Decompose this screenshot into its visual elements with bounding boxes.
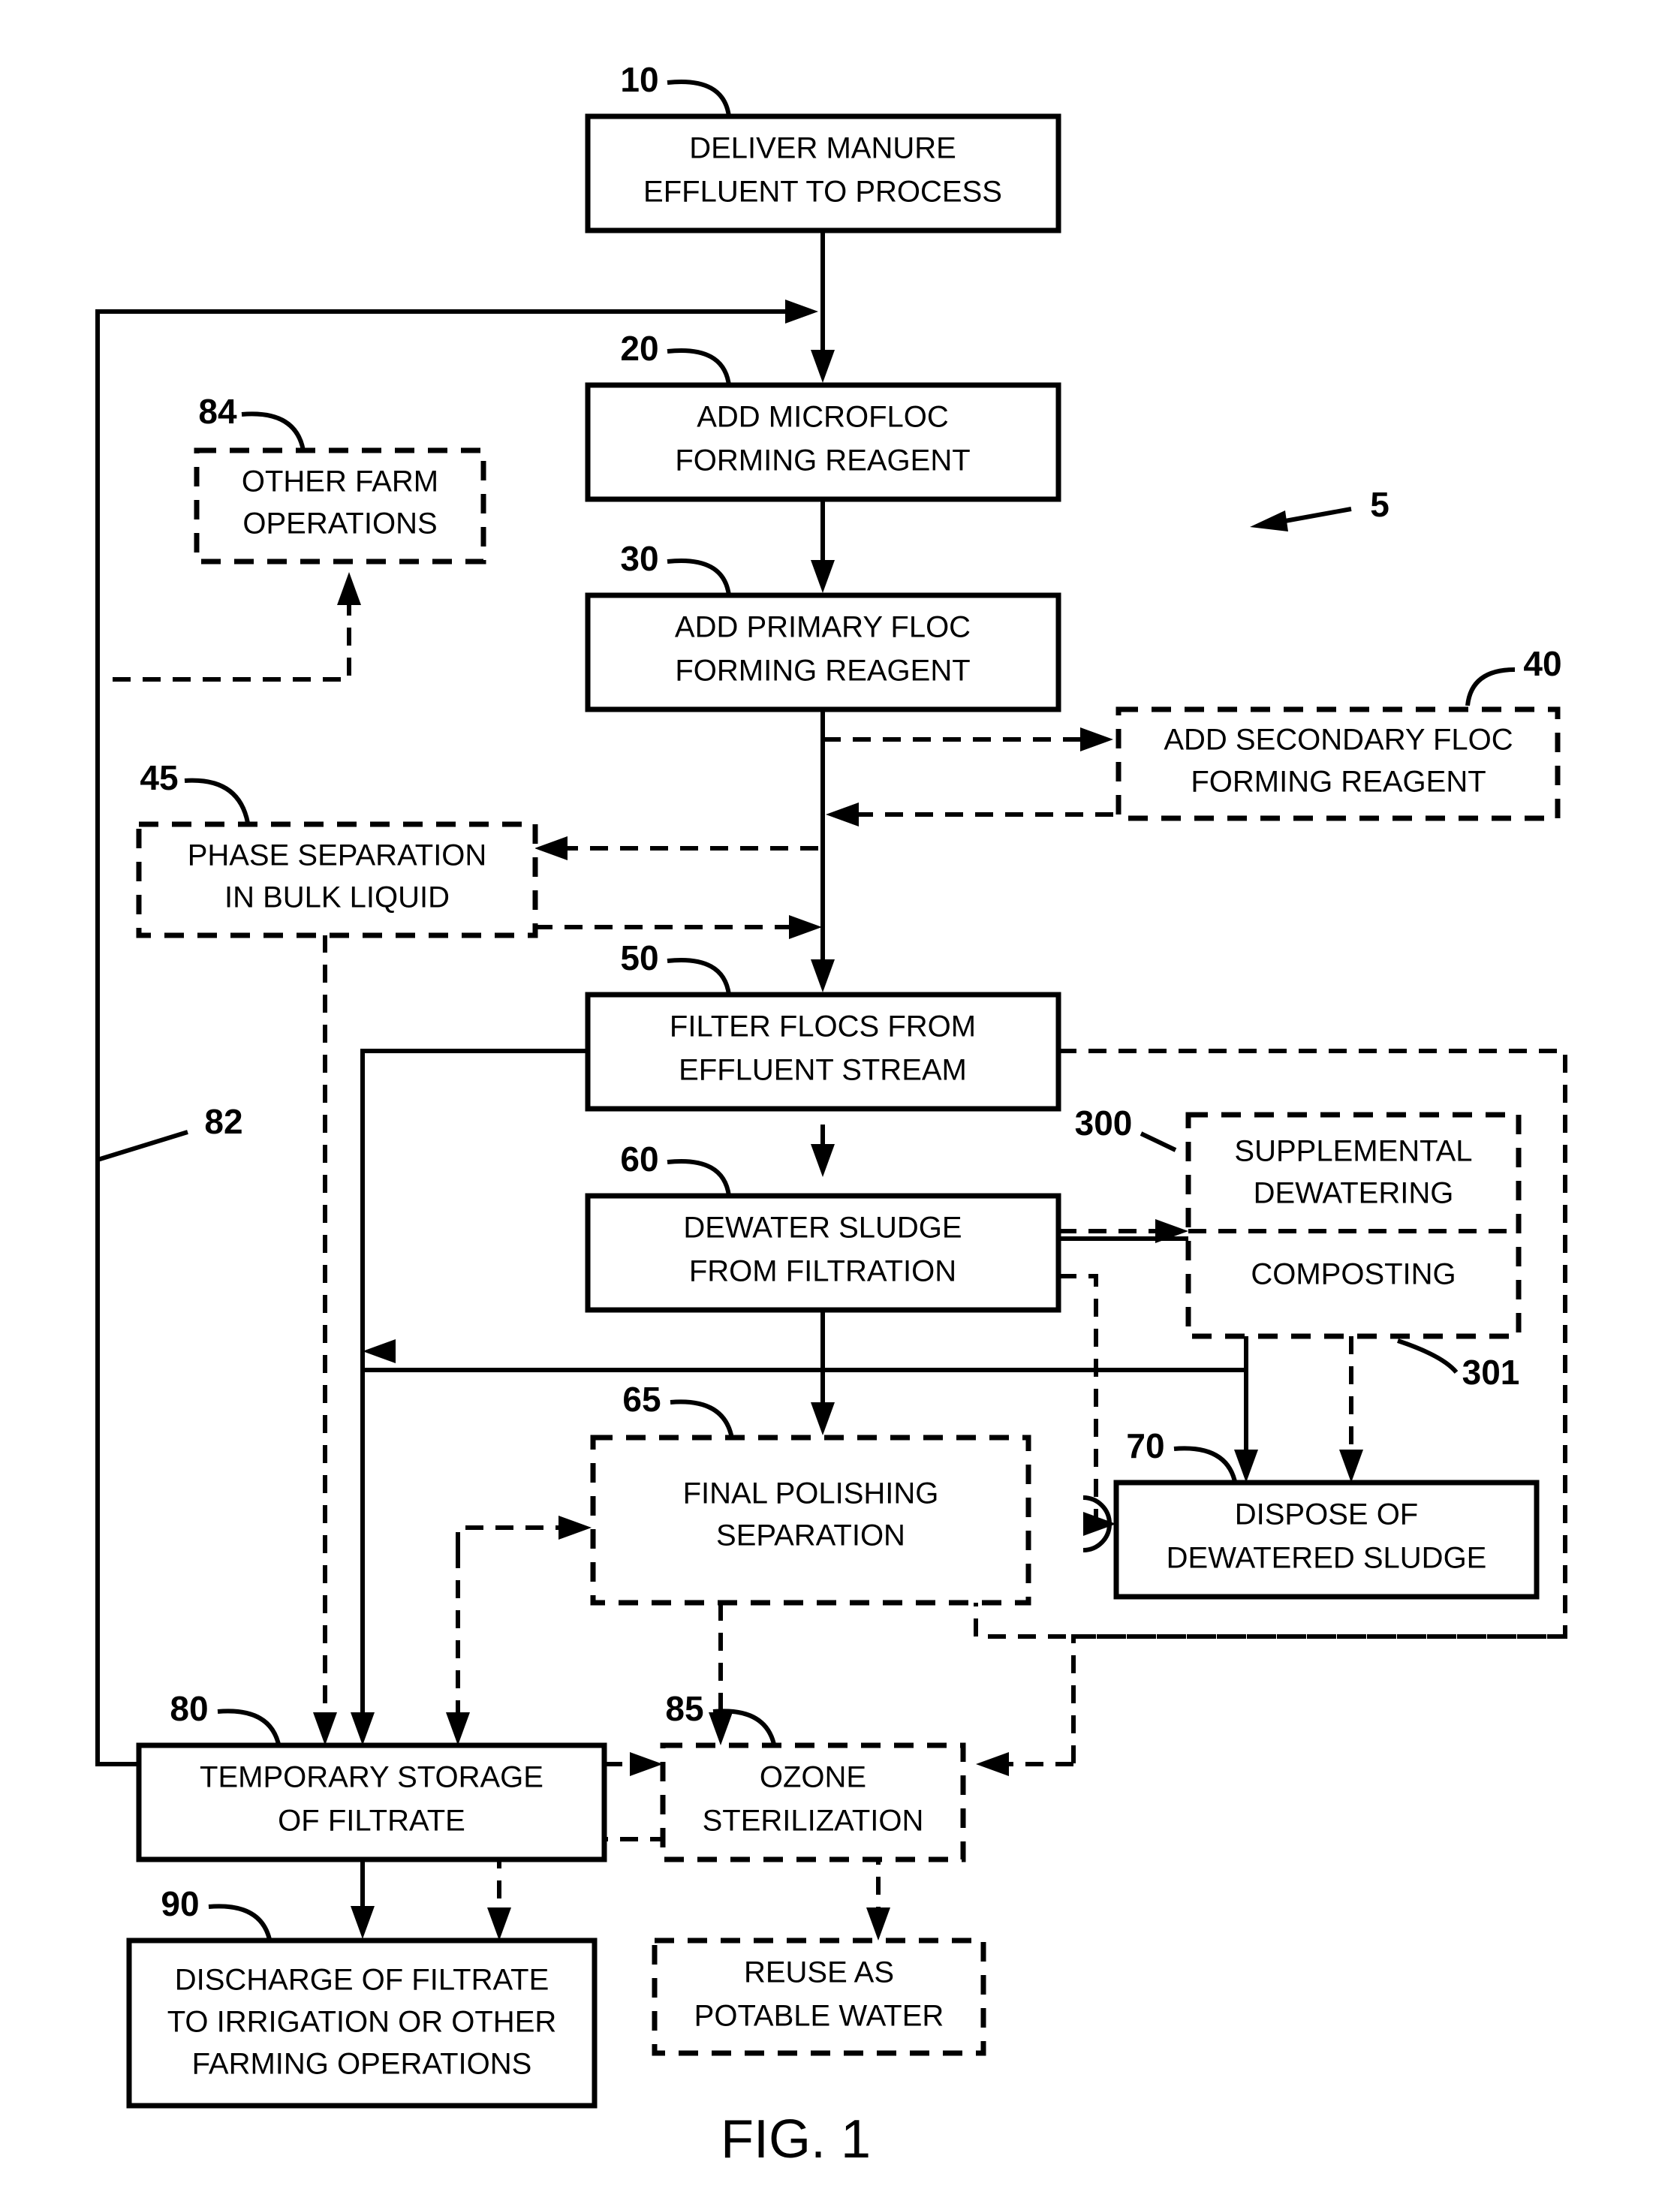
node-70-ref: 70 bbox=[1126, 1426, 1164, 1465]
node-85-ref: 85 bbox=[665, 1689, 703, 1728]
node-60-line-2: FROM FILTRATION bbox=[689, 1255, 956, 1288]
node-80-ref: 80 bbox=[170, 1689, 208, 1728]
leader-45 bbox=[184, 778, 250, 824]
arrowhead-30-to-50 bbox=[811, 959, 835, 992]
leader-84 bbox=[241, 411, 306, 451]
leader-301 bbox=[1397, 1338, 1459, 1374]
node-40-line-1: ADD SECONDARY FLOC bbox=[1164, 724, 1513, 757]
arrowhead-20-to-30 bbox=[811, 560, 835, 593]
node-potable-line-2: POTABLE WATER bbox=[694, 2000, 944, 2033]
node-45-line-2: IN BULK LIQUID bbox=[224, 881, 450, 914]
node-50-line-1: FILTER FLOCS FROM bbox=[670, 1010, 976, 1043]
node-30-ref: 30 bbox=[620, 539, 658, 578]
node-80-line-1: TEMPORARY STORAGE bbox=[200, 1761, 543, 1794]
arrowhead-85-to-discharge bbox=[487, 1907, 511, 1941]
arrowhead-60-to-65 bbox=[811, 1402, 835, 1435]
leader-20 bbox=[667, 348, 731, 386]
arrowhead-301-to-70 bbox=[1339, 1450, 1363, 1483]
node-70-line-1: DISPOSE OF bbox=[1235, 1498, 1419, 1531]
node-10-line-1: DELIVER MANURE bbox=[689, 132, 956, 165]
node-301-ref: 301 bbox=[1462, 1353, 1520, 1392]
node-30-line-1: ADD PRIMARY FLOC bbox=[675, 611, 971, 644]
leader-90 bbox=[208, 1904, 272, 1944]
node-10-ref: 10 bbox=[620, 60, 658, 99]
node-45-ref: 45 bbox=[140, 758, 178, 797]
node-84-line-1: OTHER FARM bbox=[242, 465, 438, 498]
node-84-ref: 84 bbox=[198, 392, 237, 431]
node-90-ref: 90 bbox=[161, 1884, 199, 1923]
arrowhead-85-to-potable bbox=[866, 1907, 890, 1941]
node-65-ref: 65 bbox=[622, 1380, 661, 1419]
edge-60-down-to-70 bbox=[1058, 1274, 1098, 1524]
arrowhead-into-85-right bbox=[976, 1752, 1009, 1776]
node-90-line-3: FARMING OPERATIONS bbox=[192, 2048, 532, 2081]
patent-flowchart-figure: DELIVER MANURE EFFLUENT TO PROCESS 10 AD… bbox=[0, 0, 1680, 2195]
arrowhead-65-to-85area bbox=[709, 1712, 733, 1745]
node-90-line-2: TO IRRIGATION OR OTHER bbox=[167, 2006, 557, 2039]
arrowhead-50-to-60 bbox=[811, 1144, 835, 1177]
node-45-line-1: PHASE SEPARATION bbox=[188, 839, 487, 872]
node-30-line-2: FORMING REAGENT bbox=[675, 655, 970, 688]
leader-60 bbox=[667, 1159, 731, 1197]
leader-70 bbox=[1173, 1446, 1238, 1486]
node-65-line-2: SEPARATION bbox=[716, 1519, 905, 1552]
node-50-line-2: EFFLUENT STREAM bbox=[679, 1054, 967, 1087]
arrowhead-45-to-spine bbox=[789, 915, 822, 939]
node-85-line-1: OZONE bbox=[760, 1761, 866, 1794]
node-50-ref: 50 bbox=[620, 938, 658, 977]
node-potable-line-1: REUSE AS bbox=[744, 1956, 894, 1989]
node-90-line-1: DISCHARGE OF FILTRATE bbox=[175, 1964, 549, 1997]
arrowhead-30-to-40 bbox=[1080, 727, 1113, 751]
leader-65 bbox=[670, 1399, 734, 1439]
arrowhead-5 bbox=[1250, 510, 1288, 531]
node-60-ref: 60 bbox=[620, 1140, 658, 1179]
arrowhead-60-trunk-left bbox=[363, 1339, 396, 1363]
leader-82 bbox=[97, 1130, 188, 1162]
leader-40 bbox=[1465, 667, 1516, 706]
arrowhead-10-to-20 bbox=[811, 350, 835, 383]
arrowhead-80-to-90 bbox=[351, 1906, 375, 1939]
leader-30 bbox=[667, 559, 731, 596]
arrowhead-into-65 bbox=[558, 1516, 592, 1540]
node-40-line-2: FORMING REAGENT bbox=[1191, 766, 1486, 799]
leader-50 bbox=[667, 958, 731, 995]
arrowhead-to-84 bbox=[337, 572, 361, 605]
node-10-line-2: EFFLUENT TO PROCESS bbox=[643, 176, 1002, 209]
leader-300 bbox=[1140, 1131, 1177, 1152]
leader-10 bbox=[667, 80, 731, 117]
system-ref-5: 5 bbox=[1370, 485, 1389, 524]
arrowhead-45-to-80 bbox=[313, 1712, 337, 1745]
arrowhead-trunk-to-70 bbox=[1234, 1450, 1258, 1483]
arrowhead-spine-to-45 bbox=[534, 836, 568, 860]
node-84-line-2: OPERATIONS bbox=[242, 507, 437, 540]
edge-right-return-to-85 bbox=[1071, 1634, 1565, 1764]
node-80-line-2: OF FILTRATE bbox=[278, 1805, 465, 1838]
arrowhead-82-into-spine bbox=[785, 300, 818, 324]
node-40-ref: 40 bbox=[1523, 644, 1561, 683]
figure-caption: FIG. 1 bbox=[721, 2109, 871, 2169]
flowchart-canvas: DELIVER MANURE EFFLUENT TO PROCESS 10 AD… bbox=[95, 60, 1567, 2169]
node-60-line-1: DEWATER SLUDGE bbox=[683, 1212, 962, 1245]
arrowhead-40-to-spine bbox=[826, 802, 859, 827]
node-20-ref: 20 bbox=[620, 329, 658, 368]
node-301-line-1: COMPOSTING bbox=[1251, 1258, 1456, 1291]
node-20-line-1: ADD MICROFLOC bbox=[697, 401, 949, 434]
edge-82-to-84 bbox=[113, 593, 351, 682]
node-70-line-2: DEWATERED SLUDGE bbox=[1167, 1542, 1487, 1575]
leader-80 bbox=[217, 1709, 282, 1748]
arrowhead-50-to-80 bbox=[351, 1712, 375, 1745]
arrowhead-80-to-85 bbox=[630, 1752, 663, 1776]
node-65-line-1: FINAL POLISHING bbox=[683, 1477, 939, 1510]
node-85-line-2: STERILIZATION bbox=[703, 1805, 924, 1838]
edge-left-into-65 bbox=[456, 1525, 571, 1550]
line-ref-82: 82 bbox=[204, 1102, 242, 1141]
node-300-ref: 300 bbox=[1075, 1104, 1133, 1143]
arrowhead-65feed-to-80 bbox=[446, 1712, 470, 1745]
node-300-line-2: DEWATERING bbox=[1254, 1177, 1454, 1210]
node-300-line-1: SUPPLEMENTAL bbox=[1234, 1135, 1472, 1168]
node-20-line-2: FORMING REAGENT bbox=[675, 444, 970, 477]
edge-50-to-80-left bbox=[360, 1049, 588, 1727]
